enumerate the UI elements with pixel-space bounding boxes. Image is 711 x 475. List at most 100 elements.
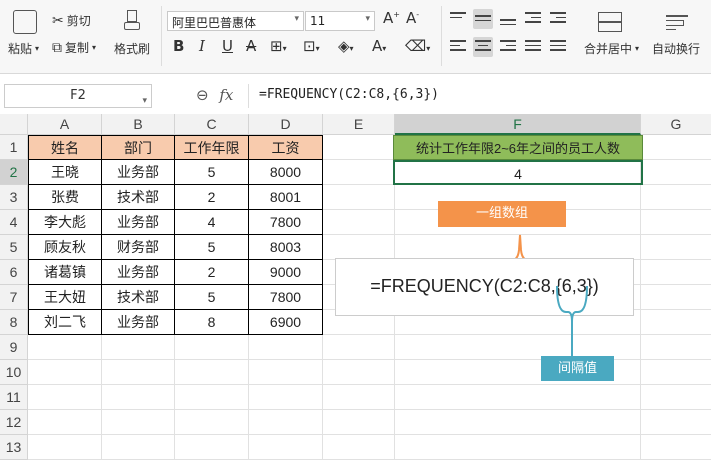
- align-middle-icon[interactable]: [473, 9, 493, 29]
- cell[interactable]: [102, 385, 175, 410]
- table-header[interactable]: 工资: [249, 135, 323, 160]
- table-cell[interactable]: 2: [175, 260, 249, 285]
- select-all-corner[interactable]: [0, 114, 28, 135]
- strikethrough-icon[interactable]: A: [246, 37, 256, 55]
- cell[interactable]: [323, 135, 395, 160]
- cell[interactable]: [323, 435, 395, 460]
- cell[interactable]: [641, 385, 711, 410]
- align-top-icon[interactable]: [448, 9, 468, 29]
- italic-icon[interactable]: I: [199, 37, 205, 55]
- column-header[interactable]: G: [641, 114, 711, 135]
- paste-icon[interactable]: [13, 10, 37, 34]
- align-bottom-icon[interactable]: [498, 9, 518, 29]
- fill-color-icon[interactable]: ◈▾: [338, 37, 354, 55]
- font-color-icon[interactable]: A▾: [372, 37, 386, 55]
- cell[interactable]: [641, 360, 711, 385]
- table-cell[interactable]: 业务部: [102, 160, 175, 185]
- cell[interactable]: [641, 260, 711, 285]
- cell[interactable]: [395, 410, 641, 435]
- table-cell[interactable]: 5: [175, 235, 249, 260]
- cell[interactable]: [28, 410, 102, 435]
- table-cell[interactable]: 6900: [249, 310, 323, 335]
- cell[interactable]: [395, 435, 641, 460]
- format-painter-icon[interactable]: [124, 10, 140, 34]
- cell[interactable]: [249, 435, 323, 460]
- table-cell[interactable]: 王大妞: [28, 285, 102, 310]
- column-header[interactable]: E: [323, 114, 395, 135]
- align-left-icon[interactable]: [448, 37, 468, 57]
- row-header[interactable]: 4: [0, 210, 28, 235]
- fx-icon[interactable]: fx: [219, 86, 233, 104]
- cell[interactable]: [102, 410, 175, 435]
- result-value-cell[interactable]: 4: [393, 160, 643, 185]
- result-header[interactable]: 统计工作年限2~6年之间的员工人数: [393, 135, 643, 160]
- font-size-select[interactable]: 11 ▾: [305, 11, 375, 31]
- cell[interactable]: [641, 310, 711, 335]
- name-box[interactable]: F2 ▾: [4, 84, 152, 108]
- cell[interactable]: [323, 210, 395, 235]
- distribute-icon[interactable]: [548, 37, 568, 57]
- row-header[interactable]: 6: [0, 260, 28, 285]
- table-cell[interactable]: 技术部: [102, 185, 175, 210]
- paste-button[interactable]: 粘贴 ▾: [8, 40, 39, 57]
- row-header[interactable]: 11: [0, 385, 28, 410]
- cell[interactable]: [249, 360, 323, 385]
- table-cell[interactable]: 顾友秋: [28, 235, 102, 260]
- cell[interactable]: [395, 385, 641, 410]
- column-header[interactable]: D: [249, 114, 323, 135]
- bold-icon[interactable]: B: [173, 37, 184, 55]
- cell[interactable]: [323, 160, 395, 185]
- column-header[interactable]: A: [28, 114, 102, 135]
- merge-center-icon[interactable]: [598, 12, 622, 32]
- cell[interactable]: [641, 235, 711, 260]
- table-cell[interactable]: 8003: [249, 235, 323, 260]
- table-cell[interactable]: 刘二飞: [28, 310, 102, 335]
- cell[interactable]: [641, 435, 711, 460]
- decrease-indent-icon[interactable]: [523, 9, 543, 29]
- cell[interactable]: [175, 385, 249, 410]
- cell[interactable]: [641, 160, 711, 185]
- table-cell[interactable]: 业务部: [102, 260, 175, 285]
- cell[interactable]: [102, 435, 175, 460]
- cell[interactable]: [28, 360, 102, 385]
- table-cell[interactable]: 2: [175, 185, 249, 210]
- cell-style-icon[interactable]: ⊡▾: [303, 37, 320, 55]
- table-cell[interactable]: 7800: [249, 210, 323, 235]
- cell[interactable]: [102, 360, 175, 385]
- table-cell[interactable]: 张费: [28, 185, 102, 210]
- wrap-text-icon[interactable]: [666, 12, 688, 32]
- row-header[interactable]: 7: [0, 285, 28, 310]
- table-header[interactable]: 部门: [102, 135, 175, 160]
- table-cell[interactable]: 8001: [249, 185, 323, 210]
- cell[interactable]: [249, 410, 323, 435]
- format-painter-button[interactable]: 格式刷: [114, 40, 150, 57]
- clear-format-icon[interactable]: ⌫▾: [405, 37, 430, 55]
- align-right-icon[interactable]: [498, 37, 518, 57]
- row-header[interactable]: 5: [0, 235, 28, 260]
- row-header[interactable]: 1: [0, 135, 28, 160]
- increase-font-icon[interactable]: A+: [383, 9, 400, 27]
- justify-icon[interactable]: [523, 37, 543, 57]
- table-cell[interactable]: 诸葛镇: [28, 260, 102, 285]
- border-icon[interactable]: ⊞▾: [270, 37, 287, 55]
- underline-icon[interactable]: U: [222, 37, 233, 55]
- table-cell[interactable]: 李大彪: [28, 210, 102, 235]
- row-header[interactable]: 12: [0, 410, 28, 435]
- cell[interactable]: [641, 285, 711, 310]
- table-cell[interactable]: 8: [175, 310, 249, 335]
- table-cell[interactable]: 业务部: [102, 310, 175, 335]
- cell[interactable]: [323, 410, 395, 435]
- cell[interactable]: [641, 335, 711, 360]
- wrap-text-button[interactable]: 自动换行: [652, 40, 700, 57]
- increase-indent-icon[interactable]: [548, 9, 568, 29]
- table-cell[interactable]: 财务部: [102, 235, 175, 260]
- table-cell[interactable]: 7800: [249, 285, 323, 310]
- cell[interactable]: [102, 335, 175, 360]
- column-header[interactable]: B: [102, 114, 175, 135]
- cell[interactable]: [175, 360, 249, 385]
- table-header[interactable]: 工作年限: [175, 135, 249, 160]
- cell[interactable]: [641, 135, 711, 160]
- cell[interactable]: [641, 210, 711, 235]
- cell[interactable]: [28, 385, 102, 410]
- table-cell[interactable]: 业务部: [102, 210, 175, 235]
